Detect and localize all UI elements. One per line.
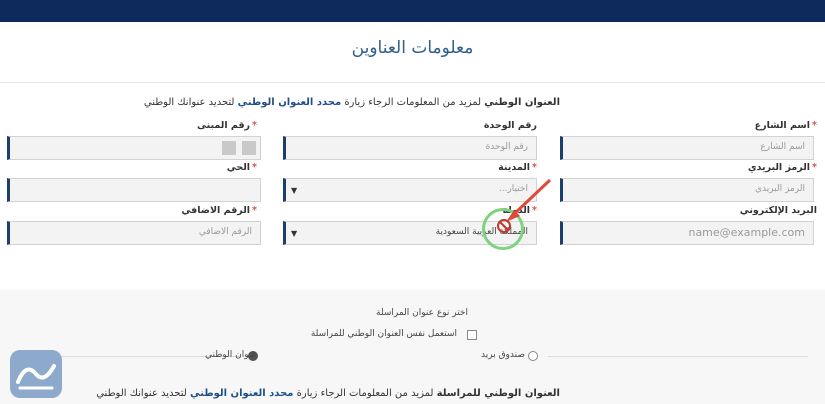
- street-name-label: *اسم الشارع: [754, 120, 817, 131]
- note-suffix: لتحديد عنوانك الوطني: [143, 97, 238, 108]
- top-navbar: [0, 0, 825, 22]
- national-address-link[interactable]: محدد العنوان الوطني: [190, 388, 293, 399]
- use-national-address-label: استعمل نفس العنوان الوطني للمراسلة: [310, 329, 457, 339]
- blurred-digit: [222, 141, 236, 155]
- note-prefix: العنوان الوطني: [484, 97, 560, 108]
- unit-number-label: رقم الوحدة: [483, 120, 537, 131]
- additional-number-label: *الرقم الاضافي: [181, 205, 257, 216]
- not-allowed-cursor-icon: [497, 178, 552, 233]
- district-input[interactable]: [7, 178, 261, 202]
- blurred-digit: [242, 141, 256, 155]
- building-number-input[interactable]: [7, 136, 261, 160]
- mailing-address-note: العنوان الوطني للمراسلة لمزيد من المعلوم…: [96, 388, 560, 399]
- po-box-label: صندوق بريد: [481, 350, 525, 360]
- po-box-radio[interactable]: [528, 351, 538, 361]
- postal-code-label: *الرمز البريدي: [747, 162, 817, 173]
- national-address-note: العنوان الوطني لمزيد من المعلومات الرجاء…: [144, 97, 560, 108]
- page-title: معلومات العناوين: [351, 38, 474, 58]
- unit-number-input[interactable]: رقم الوحدة: [283, 136, 537, 160]
- email-input[interactable]: name@example.com: [560, 221, 814, 245]
- street-name-input[interactable]: اسم الشارع: [560, 136, 814, 160]
- note-prefix: العنوان الوطني للمراسلة: [436, 388, 560, 399]
- note-suffix: لتحديد عنوانك الوطني: [96, 388, 190, 399]
- national-address-link[interactable]: محدد العنوان الوطني: [238, 97, 341, 108]
- caret-down-icon: ▼: [291, 229, 298, 238]
- email-label: البريد الإلكتروني: [739, 205, 817, 216]
- note-middle: لمزيد من المعلومات الرجاء زيارة: [293, 388, 437, 399]
- mailing-type-label: اختر نوع عنوان المراسلة: [376, 308, 468, 318]
- use-national-address-checkbox[interactable]: [467, 330, 477, 340]
- city-label: *المدينة: [498, 162, 537, 173]
- divider: [548, 356, 808, 357]
- caret-down-icon: ▼: [291, 186, 298, 195]
- building-number-label: *رقم المبنى: [197, 120, 257, 131]
- additional-number-input[interactable]: الرقم الاضافي: [7, 221, 261, 245]
- postal-code-input[interactable]: الرمز البريدي: [560, 178, 814, 202]
- note-middle: لمزيد من المعلومات الرجاء زيارة: [341, 97, 485, 108]
- district-label: *الحي: [226, 162, 257, 173]
- watermark-logo: [10, 350, 62, 398]
- section-header: معلومات العناوين: [0, 22, 825, 83]
- national-address-radio-label: عنوان الوطني: [205, 350, 257, 360]
